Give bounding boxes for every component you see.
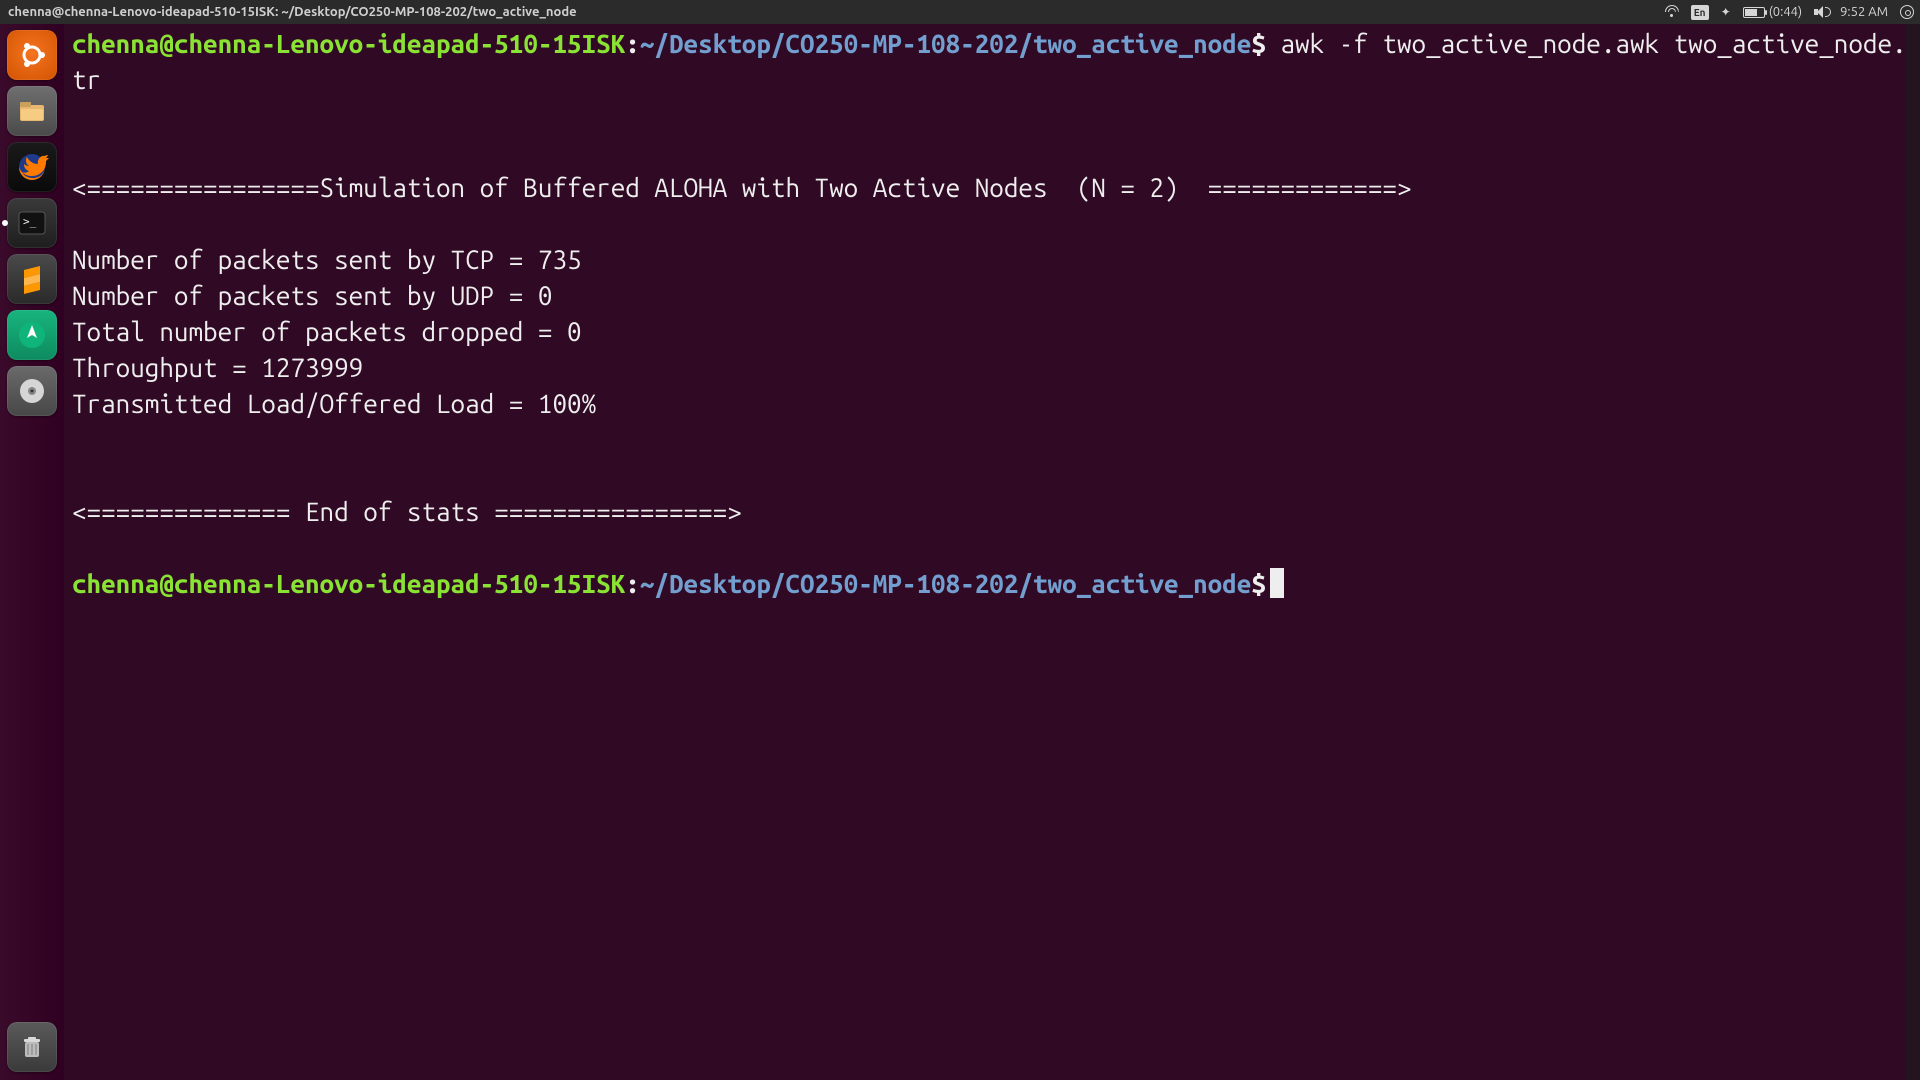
firefox-button[interactable] xyxy=(7,142,57,192)
output-footer: <============== End of stats ===========… xyxy=(72,497,742,526)
volume-icon xyxy=(1814,6,1828,18)
output-line: Number of packets sent by TCP = 735 xyxy=(72,245,582,274)
prompt-sep: : xyxy=(625,29,640,58)
prompt-dollar: $ xyxy=(1251,29,1266,58)
cursor xyxy=(1270,568,1284,598)
prompt-path: ~/Desktop/CO250-MP-108-202/two_active_no… xyxy=(640,29,1252,58)
sublime-button[interactable] xyxy=(7,254,57,304)
clock[interactable]: 9:52 AM xyxy=(1840,5,1888,19)
system-tray: En ✦ (0:44) 9:52 AM xyxy=(1665,5,1914,20)
output-line: Transmitted Load/Offered Load = 100% xyxy=(72,389,596,418)
dash-icon xyxy=(15,38,49,72)
bluetooth-icon[interactable]: ✦ xyxy=(1721,5,1731,19)
terminal-icon: >_ xyxy=(15,206,49,240)
disc-icon xyxy=(15,374,49,408)
sublime-icon xyxy=(15,262,49,296)
gear-icon xyxy=(1900,5,1914,19)
terminal-button[interactable]: >_ xyxy=(7,198,57,248)
keyboard-layout-label: En xyxy=(1691,5,1709,20)
prompt-dollar: $ xyxy=(1251,569,1266,598)
navigation-icon xyxy=(15,318,49,352)
battery-indicator[interactable]: (0:44) xyxy=(1743,5,1802,19)
sound-indicator[interactable] xyxy=(1814,6,1828,18)
disc-button[interactable] xyxy=(7,366,57,416)
session-indicator[interactable] xyxy=(1900,5,1914,19)
network-indicator[interactable] xyxy=(1665,5,1679,19)
firefox-icon xyxy=(15,150,49,184)
running-pip xyxy=(2,220,8,226)
prompt-path: ~/Desktop/CO250-MP-108-202/two_active_no… xyxy=(640,569,1252,598)
top-menubar: chenna@chenna-Lenovo-ideapad-510-15ISK: … xyxy=(0,0,1920,24)
files-button[interactable] xyxy=(7,86,57,136)
battery-icon xyxy=(1743,7,1765,18)
window-title: chenna@chenna-Lenovo-ideapad-510-15ISK: … xyxy=(8,5,577,19)
trash-icon xyxy=(15,1030,49,1064)
battery-time: (0:44) xyxy=(1769,5,1802,19)
svg-text:>_: >_ xyxy=(23,215,37,228)
output-line: Throughput = 1273999 xyxy=(72,353,363,382)
prompt-sep: : xyxy=(625,569,640,598)
trash-button[interactable] xyxy=(7,1022,57,1072)
files-icon xyxy=(15,94,49,128)
output-line: Total number of packets dropped = 0 xyxy=(72,317,582,346)
output-header: <================Simulation of Buffered … xyxy=(72,173,1412,202)
wifi-icon xyxy=(1665,5,1679,19)
unity-launcher: >_ xyxy=(0,24,64,1080)
output-line: Number of packets sent by UDP = 0 xyxy=(72,281,552,310)
terminal-pane[interactable]: chenna@chenna-Lenovo-ideapad-510-15ISK:~… xyxy=(64,24,1920,1080)
dash-button[interactable] xyxy=(7,30,57,80)
keyboard-indicator[interactable]: En xyxy=(1691,5,1709,20)
navigation-button[interactable] xyxy=(7,310,57,360)
prompt-user: chenna@chenna-Lenovo-ideapad-510-15ISK xyxy=(72,29,625,58)
prompt-user: chenna@chenna-Lenovo-ideapad-510-15ISK xyxy=(72,569,625,598)
terminal-scrollbar[interactable] xyxy=(1906,24,1920,1080)
